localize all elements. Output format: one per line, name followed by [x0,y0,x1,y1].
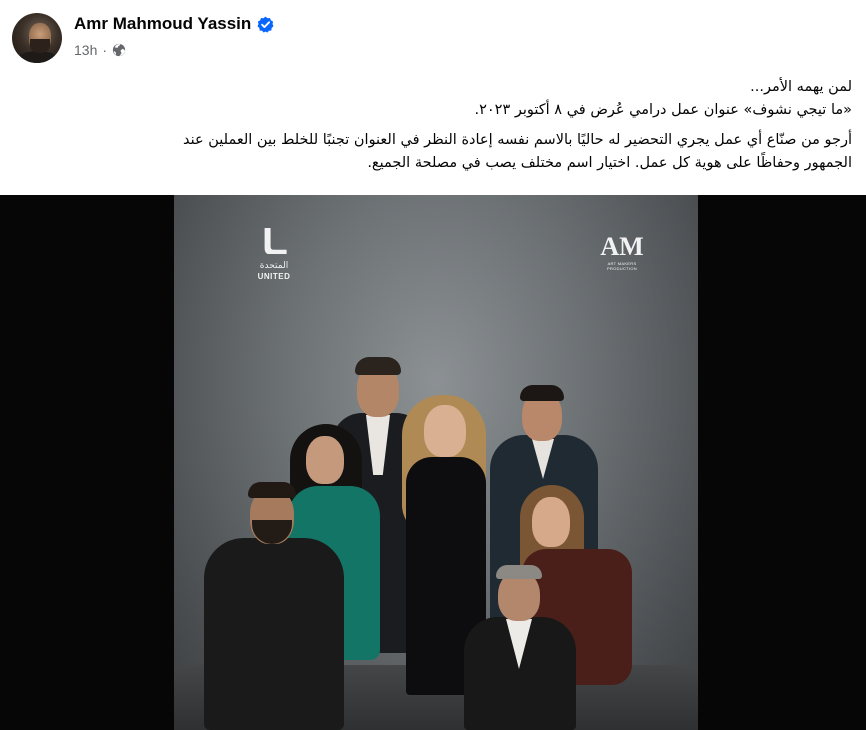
avatar-beard [30,39,50,53]
post-paragraph-1: لمن يهمه الأمر... «ما تيجي نشوف» عنوان ع… [466,76,859,122]
author-name-row: Amr Mahmoud Yassin [74,14,274,34]
post-timestamp[interactable]: 13h [74,42,97,58]
united-logo: ـا المتحدة UNITED [254,225,294,281]
post-text-line: لمن يهمه الأمر... [750,79,852,95]
cast-member [454,565,584,730]
post-paragraph-2: أرجو من صنّاع أي عمل يجري التحضير له حال… [175,129,859,175]
post-photo[interactable]: ـا المتحدة UNITED AM ART MAKERS PRODUCTI… [0,195,866,730]
united-logo-english: UNITED [257,272,291,281]
post-header: Amr Mahmoud Yassin 13h · [0,0,866,70]
post-text-line: الجمهور وحفاظًا على هوية كل عمل. اختيار … [367,155,852,171]
united-logo-arabic: المتحدة [259,261,289,271]
art-makers-logo-text: ART MAKERS PRODUCTION [607,261,637,271]
meta-separator: · [102,42,108,58]
post-text-line: أرجو من صنّاع أي عمل يجري التحضير له حال… [183,132,852,148]
post-text-line: «ما تيجي نشوف» عنوان عمل درامي عُرض في ٨… [474,102,852,118]
united-logo-mark: ـا [261,223,287,263]
author-name[interactable]: Amr Mahmoud Yassin [74,14,251,34]
series-poster: ـا المتحدة UNITED AM ART MAKERS PRODUCTI… [174,195,698,730]
cast-member [194,480,354,730]
author-avatar[interactable] [12,13,62,63]
art-makers-logo-mark: AM [600,232,644,261]
post-body: لمن يهمه الأمر... «ما تيجي نشوف» عنوان ع… [0,70,866,190]
globe-icon[interactable] [112,43,126,57]
post-meta: 13h · [74,42,126,58]
art-makers-logo: AM ART MAKERS PRODUCTION [600,232,644,272]
verified-badge-icon [257,16,274,33]
